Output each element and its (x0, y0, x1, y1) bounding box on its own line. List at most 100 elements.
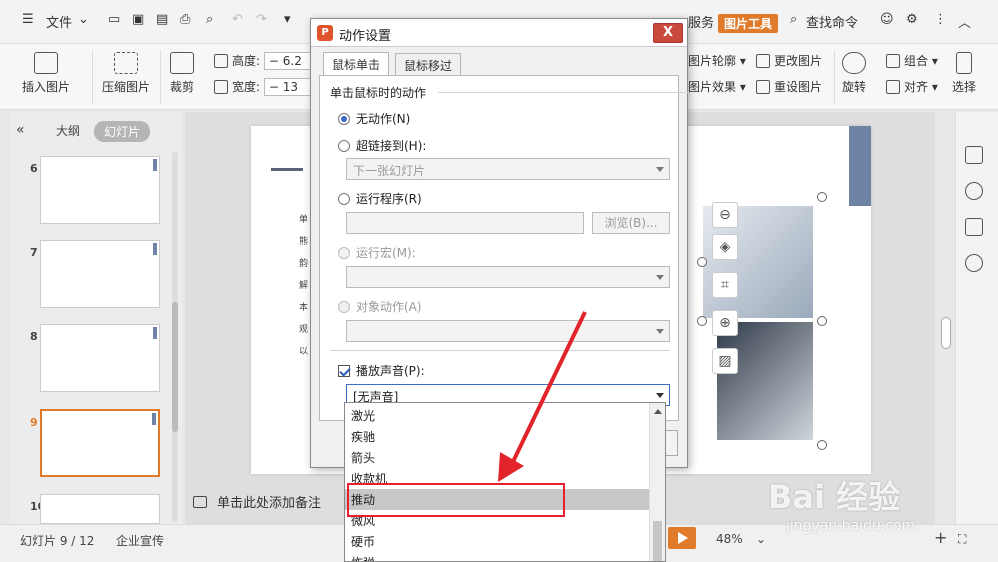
pdf-icon[interactable]: ▤ (156, 12, 168, 27)
reset-picture-icon (756, 80, 770, 94)
menu-icon[interactable]: ☰ (22, 12, 34, 27)
zoom-in-icon[interactable]: ⊕ (712, 310, 738, 336)
resize-handle[interactable] (697, 257, 707, 267)
redo-icon[interactable]: ↷ (256, 12, 267, 27)
height-field[interactable]: 高度: − 6.2 (214, 52, 314, 70)
find-command[interactable]: 查找命令 (806, 12, 858, 31)
star-icon[interactable] (965, 182, 983, 200)
sound-dropdown-list[interactable]: 激光 疾驰 箭头 收款机 推动 微风 硬币 炸弹 (344, 402, 666, 562)
radio-label: 无动作(N) (356, 112, 411, 126)
hyperlink-value: 下一张幻灯片 (353, 164, 426, 178)
more-icon[interactable]: ▾ (284, 12, 291, 27)
history-icon[interactable] (965, 254, 983, 272)
radio-hyperlink[interactable]: 超链接到(H): (338, 137, 426, 154)
settings-sliders-icon[interactable] (965, 218, 983, 236)
group-divider (438, 92, 688, 93)
play-button[interactable] (668, 527, 696, 549)
close-button[interactable]: X (653, 23, 683, 43)
align-button[interactable]: 对齐 ▾ (886, 78, 938, 95)
play-sound-checkbox[interactable]: 播放声音(P): (338, 362, 425, 379)
slide-number: 8 (30, 330, 38, 343)
panel-scrollbar[interactable] (172, 152, 178, 522)
hyperlink-select[interactable]: 下一张幻灯片 (346, 158, 670, 180)
width-input[interactable]: − 13 (263, 78, 314, 96)
fit-window-icon[interactable]: ⛶ (958, 532, 966, 547)
tab-outline[interactable]: 大纲 (56, 122, 80, 139)
insert-picture-button[interactable]: 插入图片 (22, 52, 70, 95)
editor-scrollbar[interactable] (938, 112, 952, 524)
open-icon[interactable]: ▭ (108, 12, 120, 27)
change-picture-button[interactable]: 更改图片 (756, 52, 822, 69)
more-options-icon[interactable]: ⋮ (934, 12, 947, 27)
emoji-icon[interactable]: ☺ (880, 12, 894, 27)
editor-scroll-thumb[interactable] (941, 317, 951, 349)
rotate-button[interactable]: 旋转 (842, 52, 866, 95)
theme-name[interactable]: 企业宣传 (116, 532, 164, 549)
slide-number: 6 (30, 162, 38, 175)
scroll-up-icon[interactable] (654, 409, 662, 414)
resize-handle[interactable] (817, 440, 827, 450)
save-icon[interactable]: ▣ (132, 12, 144, 27)
dropdown-scrollbar[interactable] (649, 403, 665, 561)
height-input[interactable]: − 6.2 (263, 52, 314, 70)
crop-float-icon[interactable]: ⌗ (712, 272, 738, 298)
picture-effects-button[interactable]: 图片效果 ▾ (688, 78, 746, 95)
tab-slides[interactable]: 幻灯片 (94, 121, 151, 142)
print-icon[interactable]: ⎙ (180, 12, 190, 27)
zoom-out-icon[interactable]: ⊖ (712, 202, 738, 228)
copy-icon[interactable] (965, 146, 983, 164)
compress-picture-button[interactable]: 压缩图片 (102, 52, 150, 95)
crop-label: 裁剪 (170, 80, 195, 94)
slide-thumbnail-10[interactable] (40, 494, 160, 524)
select-button[interactable]: 选择 (952, 52, 976, 95)
macro-select[interactable] (346, 266, 670, 288)
list-item[interactable]: 激光 (345, 405, 649, 426)
undo-icon[interactable]: ↶ (232, 12, 243, 27)
slides-panel: « 大纲 幻灯片 6 7 8 9 10 (10, 112, 182, 524)
reset-picture-button[interactable]: 重设图片 (756, 78, 822, 95)
chevron-down-icon[interactable]: ⌄ (756, 532, 766, 546)
dropdown-scroll-thumb[interactable] (653, 521, 662, 561)
tab-mouse-click[interactable]: 鼠标单击 (323, 52, 390, 76)
panel-scroll-thumb[interactable] (172, 302, 178, 432)
slide-thumbnail-7[interactable] (40, 240, 160, 308)
resize-handle[interactable] (817, 192, 827, 202)
chevron-down-icon[interactable]: ⌄ (78, 12, 89, 27)
group-button[interactable]: 组合 ▾ (886, 52, 938, 69)
object-action-select[interactable] (346, 320, 670, 342)
slide-thumbnail-8[interactable] (40, 324, 160, 392)
width-label: 宽度: (232, 80, 261, 94)
layers-icon[interactable]: ◈ (712, 234, 738, 260)
list-item[interactable]: 炸弹 (345, 552, 649, 561)
file-menu[interactable]: 文件 (46, 12, 72, 31)
zoom-in-button[interactable]: + (934, 528, 947, 547)
collapse-panel-icon[interactable]: « (16, 122, 25, 138)
slide-thumbnail-6[interactable] (40, 156, 160, 224)
radio-run-program[interactable]: 运行程序(R) (338, 190, 422, 207)
picture-outline-button[interactable]: 图片轮廓 ▾ (688, 52, 746, 69)
resize-handle[interactable] (817, 316, 827, 326)
tab-mouse-over[interactable]: 鼠标移过 (395, 53, 462, 75)
width-field[interactable]: 宽度: − 13 (214, 78, 314, 96)
list-item[interactable]: 疾驰 (345, 426, 649, 447)
preview-icon[interactable]: ⌕ (206, 12, 213, 27)
program-path-input[interactable] (346, 212, 584, 234)
resize-handle[interactable] (697, 316, 707, 326)
browse-button[interactable]: 浏览(B)... (592, 212, 670, 234)
radio-no-action[interactable]: 无动作(N) (338, 110, 410, 127)
gear-icon[interactable]: ⚙ (906, 12, 918, 27)
crop-button[interactable]: 裁剪 (170, 52, 194, 95)
collapse-ribbon-icon[interactable]: ︿ (958, 12, 971, 31)
tab-picture-tools[interactable]: 图片工具 (718, 14, 779, 33)
tab-service[interactable]: 服务 (688, 12, 714, 31)
edit-picture-icon[interactable]: ▨ (712, 348, 738, 374)
radio-object-action[interactable]: 对象动作(A) (338, 298, 422, 315)
search-icon[interactable]: ⌕ (790, 12, 797, 27)
list-item[interactable]: 硬币 (345, 531, 649, 552)
zoom-level[interactable]: 48% (716, 532, 743, 546)
desk-photo[interactable] (717, 322, 813, 440)
action-settings-dialog: P 动作设置 X 鼠标单击 鼠标移过 单击鼠标时的动作 无动作(N) 超链接到(… (310, 18, 688, 468)
slide-thumbnail-9[interactable] (40, 409, 160, 477)
list-item[interactable]: 箭头 (345, 447, 649, 468)
radio-run-macro[interactable]: 运行宏(M): (338, 244, 416, 261)
